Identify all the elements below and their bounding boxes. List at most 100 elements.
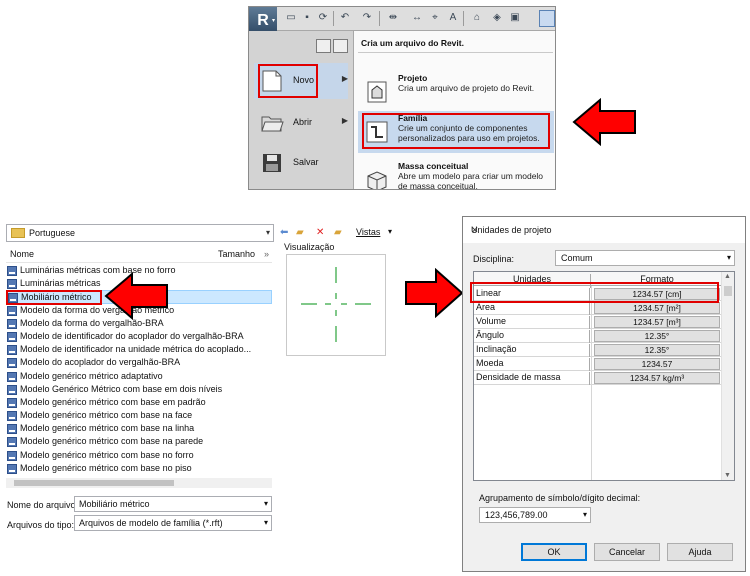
rft-file-icon xyxy=(7,266,17,276)
chevron-down-icon: ▾ xyxy=(263,518,268,527)
file-list-item[interactable]: Modelo de identificador do acoplador do … xyxy=(6,330,272,343)
menu-item-novo[interactable]: Novo ▶ xyxy=(254,63,348,99)
close-icon[interactable]: ✕ xyxy=(471,225,737,236)
units-row: Moeda 1234.57 xyxy=(474,357,722,371)
3d-view-icon[interactable]: ⌂ xyxy=(471,12,483,24)
units-row: Volume 1234.57 [m³] xyxy=(474,315,722,329)
units-row: Área 1234.57 [m²] xyxy=(474,301,722,315)
unit-format-button[interactable]: 1234.57 kg/m³ xyxy=(594,372,720,384)
section-icon[interactable]: ◈ xyxy=(491,12,503,24)
preview-label: Visualização xyxy=(284,242,335,252)
unit-format-button[interactable]: 12.35° xyxy=(594,344,720,356)
red-arrow-icon xyxy=(572,98,636,146)
folder-dropdown[interactable]: Portuguese ▾ xyxy=(6,224,274,242)
file-name: Modelo genérico métrico com base na linh… xyxy=(20,423,195,434)
discipline-select[interactable]: Comum ▾ xyxy=(555,250,735,266)
more-columns-icon[interactable]: » xyxy=(264,249,269,259)
open-documents-icon[interactable] xyxy=(333,39,348,53)
file-list-item[interactable]: Modelo Genérico Métrico com base em dois… xyxy=(6,383,272,396)
novo-submenu: Cria um arquivo do Revit. Projeto Cria u… xyxy=(353,31,555,189)
recent-documents-icon[interactable] xyxy=(316,39,331,53)
highlight-box xyxy=(362,113,550,149)
unit-format-button[interactable]: 1234.57 [m³] xyxy=(594,316,720,328)
highlight-box xyxy=(6,290,102,305)
rft-file-icon xyxy=(7,384,17,395)
file-list-item[interactable]: Modelo genérico métrico com base em padr… xyxy=(6,396,272,409)
redo-icon[interactable]: ↷ xyxy=(361,12,373,24)
file-list-item[interactable]: Modelo genérico métrico com base na linh… xyxy=(6,422,272,435)
column-header-size[interactable]: Tamanho xyxy=(218,249,255,259)
file-list-item[interactable]: Modelo genérico métrico com base no forr… xyxy=(6,449,272,462)
undo-icon[interactable]: ↶ xyxy=(339,12,351,24)
unit-name: Volume xyxy=(476,316,590,329)
new-folder-icon[interactable]: ▰ xyxy=(334,227,342,238)
views-menu[interactable]: Vistas xyxy=(356,227,380,237)
up-folder-icon[interactable]: ▰ xyxy=(296,227,304,238)
submenu-item-familia[interactable]: Família Crie um conjunto de componentes … xyxy=(358,111,554,153)
menu-item-abrir[interactable]: Abrir ▶ xyxy=(254,105,348,141)
grouping-select[interactable]: 123,456,789.00 ▾ xyxy=(479,507,591,523)
menu-item-salvar[interactable]: Salvar xyxy=(254,145,348,181)
cancel-button[interactable]: Cancelar xyxy=(594,543,660,561)
preview-area xyxy=(286,254,386,356)
save-disk-icon xyxy=(263,154,281,172)
submenu-item-massa-conceitual[interactable]: Massa conceitual Abre um modelo para cri… xyxy=(358,159,554,189)
application-menu-list: Novo ▶ Abrir ▶ Salvar xyxy=(249,31,353,189)
chevron-down-icon: ▾ xyxy=(582,510,587,519)
column-header-name[interactable]: Nome xyxy=(10,249,34,259)
submenu-item-desc: Cria um arquivo de projeto do Revit. xyxy=(398,83,535,93)
close-hidden-icon[interactable]: ▣ xyxy=(509,12,521,24)
unit-name: Área xyxy=(476,302,590,315)
file-type-label: Arquivos do tipo: xyxy=(7,520,75,530)
vertical-scrollbar[interactable]: ▲ ▼ xyxy=(721,272,734,480)
chevron-down-icon[interactable]: ▾ xyxy=(388,227,392,236)
open-icon[interactable]: ▭ xyxy=(285,12,297,24)
units-row: Densidade de massa 1234.57 kg/m³ xyxy=(474,371,722,385)
quick-access-toolbar: ▭ ▪ ⟳ ↶ ↷ ⇹ ↔ ⌖ A ⌂ ◈ ▣ xyxy=(249,7,555,31)
rft-file-icon xyxy=(7,279,17,290)
file-list-item[interactable]: Modelo genérico métrico com base na pare… xyxy=(6,435,272,448)
file-list-item[interactable]: Modelo genérico métrico adaptativo xyxy=(6,370,272,383)
unit-name: Moeda xyxy=(476,358,590,371)
menu-item-label: Abrir xyxy=(293,117,313,127)
dimension-icon[interactable]: ↔ xyxy=(411,12,423,24)
back-arrow-icon[interactable]: ⬅ xyxy=(280,227,288,238)
file-name: Modelo genérico métrico com base no piso xyxy=(20,462,192,473)
horizontal-scrollbar[interactable] xyxy=(6,478,272,488)
unit-format-button[interactable]: 12.35° xyxy=(594,330,720,342)
file-list-item[interactable]: Modelo do acoplador do vergalhão-BRA xyxy=(6,356,272,369)
submenu-item-title: Projeto xyxy=(398,73,428,83)
rft-file-icon xyxy=(7,437,17,448)
rft-file-icon xyxy=(7,345,17,356)
unit-name: Inclinação xyxy=(476,344,590,357)
project-icon xyxy=(367,81,387,103)
measure-icon[interactable]: ⇹ xyxy=(387,12,399,24)
unit-format-button[interactable]: 1234.57 xyxy=(594,358,720,370)
submenu-item-projeto[interactable]: Projeto Cria um arquivo de projeto do Re… xyxy=(358,71,554,113)
file-list-item[interactable]: Modelo genérico métrico com base no piso xyxy=(6,462,272,475)
rft-file-icon xyxy=(7,331,17,342)
sync-icon[interactable]: ⟳ xyxy=(317,12,329,24)
unit-format-button[interactable]: 1234.57 [m²] xyxy=(594,302,720,314)
file-type-select[interactable]: Arquivos de modelo de família (*.rft) ▾ xyxy=(74,515,272,531)
ok-button[interactable]: OK xyxy=(521,543,587,561)
rft-file-icon xyxy=(7,318,17,329)
file-list-item[interactable]: Modelo de identificador na unidade métri… xyxy=(6,343,272,356)
red-arrow-icon xyxy=(405,268,464,318)
rft-file-icon xyxy=(7,358,17,369)
conceptual-mass-icon xyxy=(367,171,387,189)
switch-windows-icon[interactable] xyxy=(539,10,555,27)
text-icon[interactable]: A xyxy=(447,12,459,24)
rft-file-icon xyxy=(7,397,17,408)
save-icon[interactable]: ▪ xyxy=(301,12,313,24)
file-name: Modelo de identificador na unidade métri… xyxy=(20,344,252,355)
file-name: Luminárias métricas xyxy=(20,278,101,289)
rft-file-icon xyxy=(7,450,17,461)
help-button[interactable]: Ajuda xyxy=(667,543,733,561)
delete-icon[interactable]: ✕ xyxy=(316,227,324,238)
tag-icon[interactable]: ⌖ xyxy=(429,12,441,24)
file-name: Modelo Genérico Métrico com base em dois… xyxy=(20,383,223,394)
file-list-item[interactable]: Modelo genérico métrico com base na face xyxy=(6,409,272,422)
folder-icon xyxy=(11,228,25,238)
file-name-input[interactable]: Mobiliário métrico ▾ xyxy=(74,496,272,512)
